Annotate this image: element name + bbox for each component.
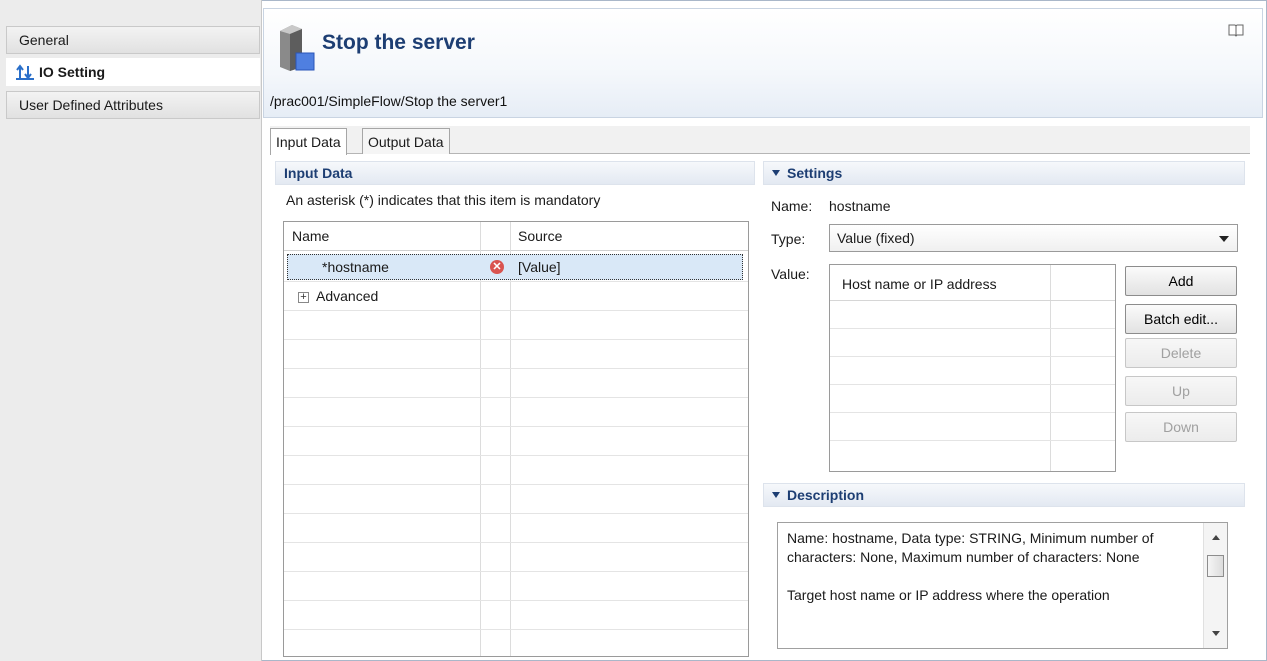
expand-icon[interactable]: +: [298, 292, 309, 303]
up-button[interactable]: Up: [1125, 376, 1237, 406]
row-divider: [830, 300, 1115, 301]
page-title: Stop the server: [322, 31, 475, 54]
add-button[interactable]: Add: [1125, 266, 1237, 296]
settings-title: Settings: [787, 165, 843, 181]
row-divider: [830, 440, 1115, 441]
column-divider: [510, 222, 511, 656]
nav-item-user-defined-attributes[interactable]: User Defined Attributes: [6, 91, 260, 119]
tab-bar: Input Data Output Data: [270, 126, 1250, 155]
dropdown-arrow-icon: [1219, 236, 1229, 242]
row-divider: [284, 426, 748, 427]
scroll-thumb[interactable]: [1207, 555, 1224, 577]
type-select[interactable]: Value (fixed): [829, 224, 1238, 252]
nav-item-general[interactable]: General: [6, 26, 260, 54]
scroll-down-icon[interactable]: [1212, 631, 1220, 636]
row-divider: [284, 513, 748, 514]
row-divider: [284, 281, 748, 282]
row-divider: [830, 412, 1115, 413]
input-data-header: Input Data: [275, 161, 755, 185]
tab-input-data[interactable]: Input Data: [270, 128, 347, 155]
row-divider: [830, 328, 1115, 329]
row-divider: [284, 310, 748, 311]
table-header: Name Source: [284, 222, 748, 251]
row-divider: [830, 356, 1115, 357]
down-button[interactable]: Down: [1125, 412, 1237, 442]
description-line: Name: hostname, Data type: STRING, Minim…: [787, 530, 1154, 565]
help-book-icon[interactable]: [1228, 23, 1244, 37]
row-name-hostname: *hostname: [322, 259, 389, 275]
type-select-value: Value (fixed): [837, 230, 915, 246]
row-divider: [284, 600, 748, 601]
page-header: Stop the server /prac001/SimpleFlow/Stop…: [263, 8, 1263, 118]
error-icon: ✕: [490, 260, 504, 274]
column-header-name[interactable]: Name: [292, 228, 329, 244]
row-divider: [284, 455, 748, 456]
row-divider: [284, 339, 748, 340]
value-label: Value:: [771, 266, 810, 282]
description-scrollbar[interactable]: [1203, 523, 1227, 648]
batch-edit-button[interactable]: Batch edit...: [1125, 304, 1237, 334]
settings-header[interactable]: Settings: [763, 161, 1245, 185]
collapse-triangle-icon: [772, 170, 780, 176]
row-divider: [284, 484, 748, 485]
input-data-title: Input Data: [284, 165, 353, 181]
tab-output-data[interactable]: Output Data: [362, 128, 450, 154]
description-title: Description: [787, 487, 865, 503]
row-divider: [284, 542, 748, 543]
row-divider: [284, 629, 748, 630]
nav-item-label: General: [19, 32, 69, 48]
nav-item-io-setting[interactable]: IO Setting: [6, 58, 260, 86]
value-column-header[interactable]: Host name or IP address: [842, 276, 997, 292]
row-source-value: [Value]: [518, 259, 561, 275]
collapse-triangle-icon: [772, 492, 780, 498]
input-data-table[interactable]: Name Source *hostname ✕ [Value] + Advanc…: [283, 221, 749, 657]
description-line: Target host name or IP address where the…: [787, 587, 1110, 603]
column-header-source[interactable]: Source: [518, 228, 562, 244]
column-divider: [480, 222, 481, 656]
breadcrumb-path: /prac001/SimpleFlow/Stop the server1: [270, 93, 508, 109]
description-box[interactable]: Name: hostname, Data type: STRING, Minim…: [777, 522, 1228, 649]
mandatory-hint: An asterisk (*) indicates that this item…: [286, 192, 601, 208]
description-text: Name: hostname, Data type: STRING, Minim…: [787, 529, 1187, 605]
delete-button[interactable]: Delete: [1125, 338, 1237, 368]
type-label: Type:: [771, 231, 806, 247]
name-label: Name:: [771, 198, 813, 214]
row-divider: [830, 384, 1115, 385]
nav-item-label: User Defined Attributes: [19, 97, 163, 113]
scroll-up-icon[interactable]: [1212, 535, 1220, 540]
value-table[interactable]: Host name or IP address: [829, 264, 1116, 472]
left-nav: General IO Setting User Defined Attribut…: [0, 0, 262, 661]
nav-item-label: IO Setting: [39, 64, 106, 80]
row-name-advanced[interactable]: Advanced: [316, 288, 378, 304]
description-header[interactable]: Description: [763, 483, 1245, 507]
name-value: hostname: [829, 198, 891, 214]
row-divider: [284, 368, 748, 369]
io-setting-icon: [15, 63, 35, 81]
server-icon: [276, 23, 316, 73]
row-divider: [284, 571, 748, 572]
row-divider: [284, 397, 748, 398]
